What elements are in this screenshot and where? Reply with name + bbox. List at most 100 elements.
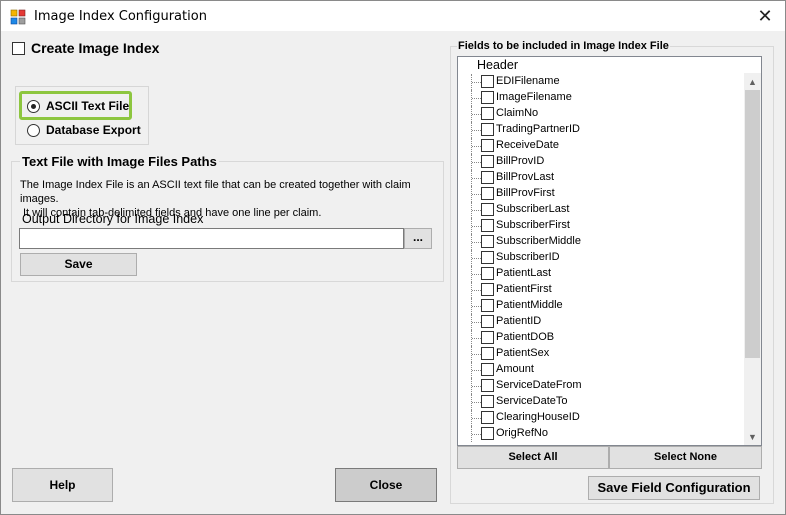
radio-ascii-indicator[interactable]: [27, 99, 40, 113]
field-checkbox[interactable]: [481, 331, 494, 344]
select-all-button[interactable]: Select All: [457, 446, 609, 469]
tree-connector: [471, 410, 481, 426]
field-item[interactable]: OrigRefNo: [458, 426, 744, 442]
field-item[interactable]: SubscriberFirst: [458, 218, 744, 234]
field-item[interactable]: ImageFilename: [458, 90, 744, 106]
save-field-configuration-button[interactable]: Save Field Configuration: [588, 476, 760, 500]
field-label: ImageFilename: [496, 91, 572, 103]
tree-connector: [471, 346, 481, 362]
dialog-window: Image Index Configuration ✕ Create Image…: [0, 0, 786, 515]
field-item[interactable]: BillProvLast: [458, 170, 744, 186]
select-none-button[interactable]: Select None: [609, 446, 762, 469]
field-item[interactable]: PatientDOB: [458, 330, 744, 346]
field-item[interactable]: BillProvID: [458, 154, 744, 170]
create-image-index-box[interactable]: [12, 41, 25, 55]
field-checkbox[interactable]: [481, 219, 494, 232]
field-label: BillProvFirst: [496, 187, 555, 199]
tree-connector: [471, 330, 481, 346]
create-image-index-checkbox[interactable]: Create Image Index: [12, 40, 159, 56]
app-icon: [10, 9, 26, 25]
field-checkbox[interactable]: [481, 107, 494, 120]
field-checkbox[interactable]: [481, 187, 494, 200]
tree-connector: [471, 218, 481, 234]
radio-database-label: Database Export: [46, 123, 141, 137]
output-directory-input[interactable]: [19, 228, 404, 249]
radio-database-export[interactable]: Database Export: [27, 123, 141, 137]
field-item[interactable]: PatientFirst: [458, 282, 744, 298]
field-checkbox[interactable]: [481, 123, 494, 136]
field-item[interactable]: ClaimNo: [458, 106, 744, 122]
field-item[interactable]: PatientID: [458, 314, 744, 330]
radio-ascii-text-file[interactable]: ASCII Text File: [27, 99, 129, 113]
field-checkbox[interactable]: [481, 315, 494, 328]
scroll-up-icon[interactable]: ▲: [744, 73, 761, 90]
field-checkbox[interactable]: [481, 283, 494, 296]
field-item[interactable]: SubscriberMiddle: [458, 234, 744, 250]
field-label: EDIFilename: [496, 75, 560, 87]
field-checkbox[interactable]: [481, 139, 494, 152]
scroll-down-icon[interactable]: ▼: [744, 428, 761, 445]
field-label: SubscriberID: [496, 251, 560, 263]
field-label: OrigRefNo: [496, 427, 548, 439]
field-label: PatientID: [496, 315, 542, 327]
radio-ascii-label: ASCII Text File: [46, 99, 130, 113]
vertical-scrollbar[interactable]: ▲ ▼: [744, 73, 761, 445]
field-checkbox[interactable]: [481, 203, 494, 216]
tree-connector: [471, 122, 481, 138]
field-item[interactable]: PatientMiddle: [458, 298, 744, 314]
field-item[interactable]: SubscriberID: [458, 250, 744, 266]
field-checkbox[interactable]: [481, 75, 494, 88]
field-label: BillProvID: [496, 155, 545, 167]
text-file-group-title: Text File with Image Files Paths: [20, 154, 219, 169]
tree-connector: [471, 394, 481, 410]
radio-database-indicator[interactable]: [27, 123, 40, 137]
field-item[interactable]: SubscriberLast: [458, 202, 744, 218]
fields-list[interactable]: Header EDIFilename ImageFilename ClaimNo Tr…: [457, 56, 762, 446]
scroll-thumb[interactable]: [745, 90, 760, 358]
field-item[interactable]: ClearingHouseID: [458, 410, 744, 426]
field-checkbox[interactable]: [481, 171, 494, 184]
field-checkbox[interactable]: [481, 155, 494, 168]
field-label: ClearingHouseID: [496, 411, 580, 423]
field-checkbox[interactable]: [481, 395, 494, 408]
close-button[interactable]: Close: [335, 468, 437, 502]
field-item[interactable]: ServiceDateFrom: [458, 378, 744, 394]
field-label: ServiceDateFrom: [496, 379, 582, 391]
field-item[interactable]: Amount: [458, 362, 744, 378]
tree-connector: [471, 138, 481, 154]
tree-connector: [471, 266, 481, 282]
tree-connector: [471, 74, 481, 90]
close-window-icon[interactable]: ✕: [745, 1, 785, 31]
field-checkbox[interactable]: [481, 347, 494, 360]
field-checkbox[interactable]: [481, 411, 494, 424]
field-label: BillProvLast: [496, 171, 555, 183]
field-checkbox[interactable]: [481, 363, 494, 376]
browse-button[interactable]: ...: [404, 228, 432, 249]
field-item[interactable]: BillProvFirst: [458, 186, 744, 202]
title-bar: Image Index Configuration ✕: [1, 1, 785, 31]
field-item[interactable]: PatientLast: [458, 266, 744, 282]
help-button[interactable]: Help: [12, 468, 113, 502]
field-item[interactable]: EDIFilename: [458, 74, 744, 90]
field-checkbox[interactable]: [481, 251, 494, 264]
field-checkbox[interactable]: [481, 299, 494, 312]
field-label: SubscriberMiddle: [496, 235, 581, 247]
tree-connector: [471, 186, 481, 202]
create-image-index-label: Create Image Index: [31, 40, 160, 56]
field-checkbox[interactable]: [481, 235, 494, 248]
field-checkbox[interactable]: [481, 267, 494, 280]
tree-connector: [471, 202, 481, 218]
field-label: PatientLast: [496, 267, 552, 279]
save-button[interactable]: Save: [20, 253, 137, 276]
field-item[interactable]: TradingPartnerID: [458, 122, 744, 138]
field-item[interactable]: PatientSex: [458, 346, 744, 362]
tree-header-label[interactable]: Header: [477, 58, 518, 72]
tree-connector: [471, 106, 481, 122]
field-item[interactable]: ReceiveDate: [458, 138, 744, 154]
fields-tree: EDIFilename ImageFilename ClaimNo TradingPa…: [458, 74, 744, 442]
field-item[interactable]: ServiceDateTo: [458, 394, 744, 410]
field-checkbox[interactable]: [481, 427, 494, 440]
field-checkbox[interactable]: [481, 91, 494, 104]
field-checkbox[interactable]: [481, 379, 494, 392]
field-label: ClaimNo: [496, 107, 539, 119]
